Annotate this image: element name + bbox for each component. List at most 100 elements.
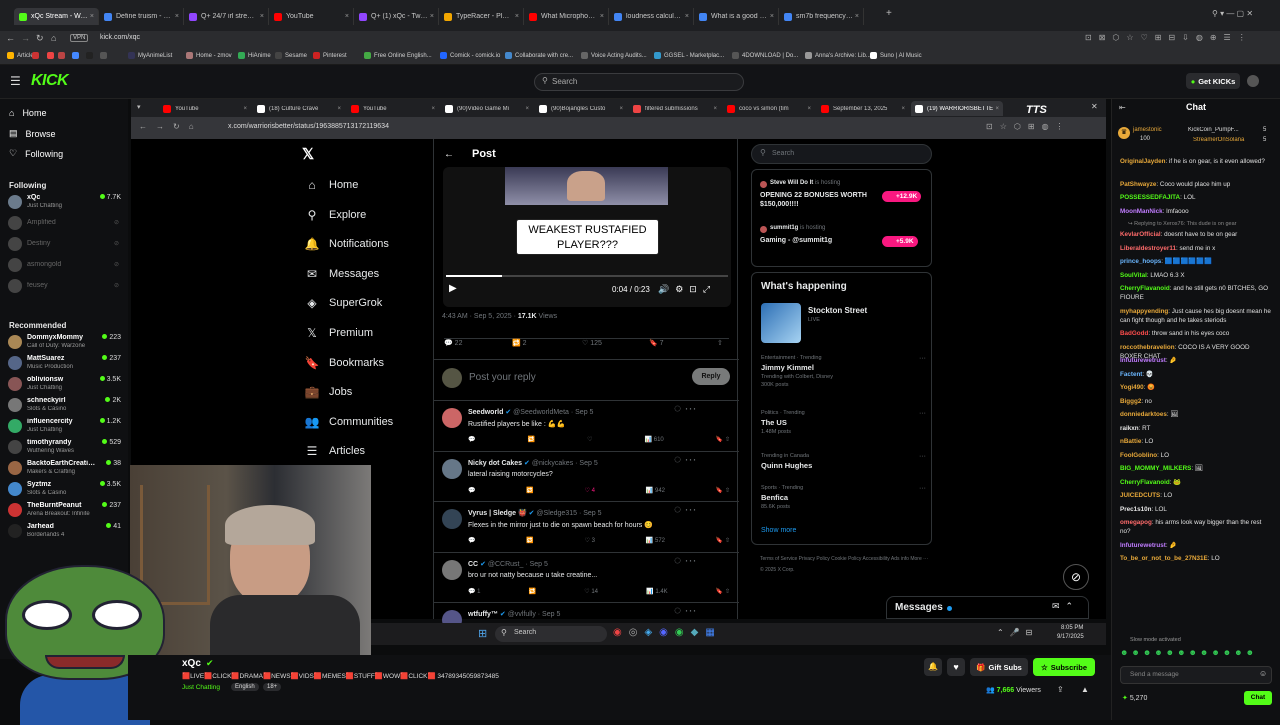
chat-username[interactable]: SoulVital (1120, 272, 1147, 279)
chat-message[interactable]: Factent: 💀 (1120, 370, 1272, 379)
sidebar-channel[interactable]: feusey ⊘ (8, 277, 123, 297)
reply-button[interactable]: Reply (692, 368, 730, 385)
bookmark-item[interactable]: GGSEL - Marketplac... (654, 52, 724, 59)
bookmark-item[interactable] (86, 52, 93, 59)
trend-item[interactable]: Politics · Trending The US 1.48M posts ··· (761, 410, 926, 442)
trend-item[interactable]: Trending in Canada Quinn Hughes ··· (761, 453, 926, 485)
browser-tab[interactable]: What Microphone Does S× (524, 8, 609, 25)
sidebar-channel[interactable]: schneckyirl Slots & Casino 2K (8, 396, 123, 416)
back-icon[interactable]: ← (6, 33, 15, 43)
close-icon[interactable]: × (430, 13, 434, 20)
close-icon[interactable]: × (901, 106, 905, 112)
reply-tweet[interactable]: CC ✔ @CCRust_ · Sep 5 ◌ ··· bro ur not nat… (434, 551, 739, 603)
x-nav-communities[interactable]: 👥 Communities (305, 415, 394, 429)
chat-message[interactable]: KevlarOfficial: doesnt have to be on gea… (1120, 230, 1272, 239)
bookmark-item[interactable]: Home - zmov (186, 52, 232, 59)
chat-message[interactable]: Prec1s10n: LOL (1120, 505, 1272, 514)
stream-category[interactable]: Just Chatting (182, 684, 220, 691)
tag-18plus[interactable]: 18+ (263, 683, 282, 691)
like-count[interactable]: ♡ 125 (582, 339, 602, 347)
sidebar-channel[interactable]: Destiny ⊘ (8, 235, 123, 255)
chat-message[interactable]: prince_hoops: 🟦🟦🟦🟦🟦🟦 (1120, 257, 1272, 266)
chat-username[interactable]: prince_hoops (1120, 258, 1161, 265)
sidebar-channel[interactable]: DommyxMommy Call of Duty: Warzone 223 (8, 333, 123, 353)
chat-message[interactable]: Infuturewetrust: 🤌 (1120, 356, 1272, 365)
bookmark-share-icons[interactable]: 🔖 ⇧ (716, 487, 730, 494)
close-icon[interactable]: × (525, 106, 529, 112)
taskbar-search[interactable]: ⚲ Search (495, 626, 607, 642)
chat-username[interactable]: Prec1s10n (1120, 506, 1152, 513)
messages-drawer[interactable]: Messages ✉⌃ (886, 596, 1089, 619)
gift-subs-button[interactable]: 🎁 Gift Subs (970, 658, 1028, 676)
reply-reposts[interactable]: 🔁 (526, 487, 533, 494)
bookmark-item[interactable]: Comick - comick.io (440, 52, 500, 59)
bookmark-item[interactable] (47, 52, 54, 59)
sidebar-channel[interactable]: Amplified ⊘ (8, 214, 123, 234)
inner-tab[interactable]: YouTube × (347, 101, 439, 116)
get-kicks-button[interactable]: ● Get KICKs (1186, 73, 1240, 89)
browser-tab[interactable]: loudness calculator file× (609, 8, 694, 25)
sidebar-channel[interactable]: Syztmz Slots & Casino 3.5K (8, 480, 123, 500)
sidebar-channel[interactable]: timothyrandy Wuthering Waves 529 (8, 438, 123, 458)
chat-message[interactable]: SoulVital: LMAO 6.3 X (1120, 271, 1272, 280)
chat-message[interactable]: FoolGoblino: LO (1120, 451, 1272, 460)
chat-username[interactable]: donniedarktoes (1120, 411, 1167, 418)
chat-username[interactable]: omegapog (1120, 519, 1152, 526)
reply-views[interactable]: 📊 572 (646, 537, 665, 544)
chat-message[interactable]: BIG_MOMMY_MILKERS: 🖼 (1120, 464, 1272, 473)
play-icon[interactable]: ▶ (449, 283, 457, 294)
sidebar-channel[interactable]: MattSuarez Music Production 237 (8, 354, 123, 374)
chat-message[interactable]: PatShwayze: Coco would place him up (1120, 180, 1272, 189)
bookmark-item[interactable]: Suno | AI Music (870, 52, 922, 59)
more-icon[interactable]: ▲ (1081, 685, 1089, 694)
inner-tab[interactable]: (90)Bojangles Custo × (535, 101, 627, 116)
chat-username[interactable]: MoonManNick (1120, 208, 1163, 215)
bookmark-item[interactable] (72, 52, 79, 59)
inner-tab[interactable]: September 13, 2025 × (817, 101, 909, 116)
bookmark-item[interactable]: HiAnime (238, 52, 271, 59)
inner-tab[interactable]: (90)Video Game Mi × (441, 101, 533, 116)
chat-username[interactable]: myhappyending (1120, 308, 1168, 315)
chat-message[interactable]: Liberaldestroyer11: send me in x (1120, 244, 1272, 253)
chat-username[interactable]: FoolGoblino (1120, 452, 1157, 459)
close-icon[interactable]: × (600, 13, 604, 20)
browser-tab[interactable]: xQc Stream - Watch Live× (14, 8, 99, 25)
taskbar-apps[interactable]: ◉◎◈◉◉◆▦ (613, 627, 722, 638)
chat-send-button[interactable]: Chat (1244, 691, 1272, 705)
reply-replies[interactable]: 💬 (468, 537, 475, 544)
chat-username[interactable]: BadGodd (1120, 330, 1148, 337)
x-nav-notifications[interactable]: 🔔 Notifications (305, 237, 389, 251)
chat-message[interactable]: BadGodd: throw sand in his eyes coco (1120, 329, 1272, 338)
chat-username[interactable]: raikxn (1120, 425, 1139, 432)
bookmark-item[interactable]: 4DOWNLOAD | Do... (732, 52, 798, 59)
bookmark-count[interactable]: 🔖 7 (649, 339, 664, 347)
chat-message[interactable]: donniedarktoes: 🖼 (1120, 410, 1272, 419)
chat-username[interactable]: CherryFlavanoid (1120, 479, 1170, 486)
chat-message[interactable]: To_be_or_not_to_be_27N31E: LO (1120, 554, 1272, 563)
sidebar-channel[interactable]: oblivionsw Just Chatting 3.5K (8, 375, 123, 395)
collapse-chat-icon[interactable]: ⇤ (1119, 103, 1126, 112)
x-nav-bookmarks[interactable]: 🔖 Bookmarks (305, 356, 385, 370)
chat-username[interactable]: OriginalJayden (1120, 158, 1166, 165)
video-controls-icons[interactable]: 🔊⚙⊡⤢ (658, 284, 716, 295)
close-icon[interactable]: × (770, 13, 774, 20)
close-icon[interactable]: × (807, 106, 811, 112)
bookmark-share-icons[interactable]: 🔖 ⇧ (716, 537, 730, 544)
browser-tab[interactable]: Q+ (1) xQc - Twitch × (354, 8, 439, 25)
chat-message[interactable]: Biggg2: no (1120, 397, 1272, 406)
tag-english[interactable]: English (231, 683, 259, 691)
reply-more-icons[interactable]: ◌ ··· (674, 603, 696, 617)
reply-tweet[interactable]: Vyrus | Sledge 👹 ✔ @Sledge315 · Sep 5 ◌ ·… (434, 501, 739, 552)
reply-tweet[interactable]: Nicky dot Cakes ✔ @nickycakes · Sep 5 ◌ ·… (434, 450, 739, 502)
close-icon[interactable]: × (337, 106, 341, 112)
x-nav-supergrok[interactable]: ◈ SuperGrok (305, 296, 382, 310)
reply-more-icons[interactable]: ◌ ··· (674, 452, 696, 466)
trend-item[interactable]: Sports · Trending Benfica 85.6K posts ··· (761, 485, 926, 517)
browser-tab[interactable]: sm7b frequency respons× (779, 8, 864, 25)
bookmark-share-icons[interactable]: 🔖 ⇧ (716, 436, 730, 443)
chat-username[interactable]: PatShwayze (1120, 181, 1156, 188)
chat-username[interactable]: Yogi490 (1120, 384, 1144, 391)
messages-icons[interactable]: ✉⌃ (1052, 601, 1079, 612)
reply-count[interactable]: 💬 22 (444, 339, 462, 347)
trend-item[interactable]: Entertainment · Trending Jimmy Kimmel Tren… (761, 355, 926, 388)
